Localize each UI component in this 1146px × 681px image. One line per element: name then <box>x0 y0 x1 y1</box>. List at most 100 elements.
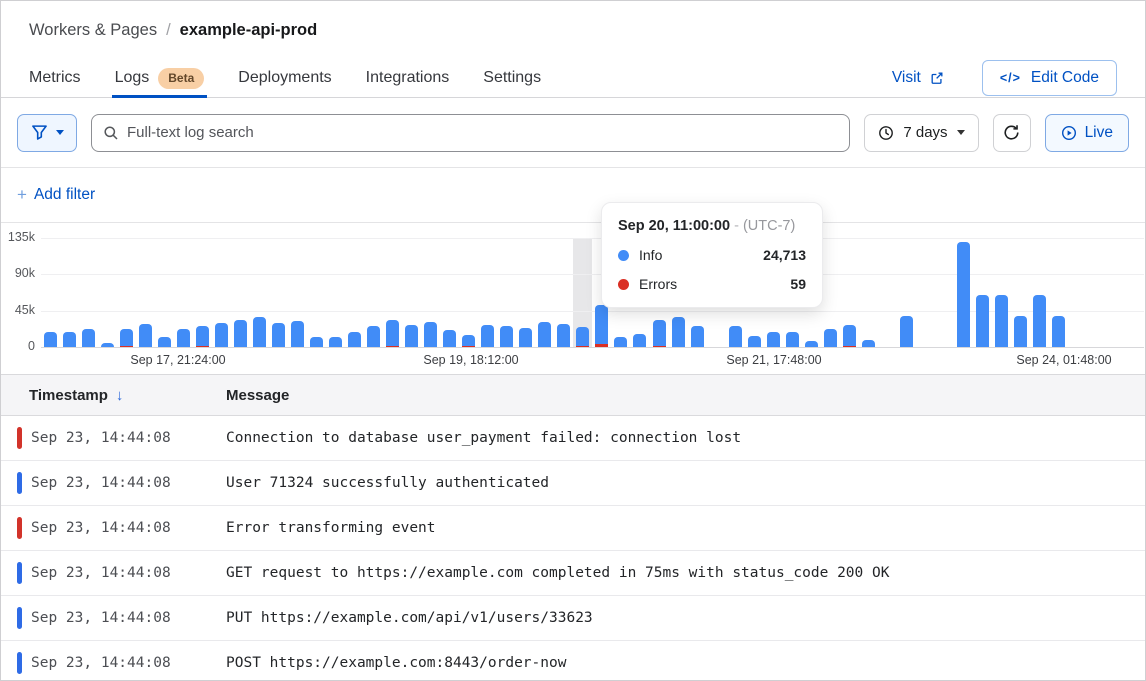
chart-bar[interactable] <box>519 328 532 347</box>
tab-metrics[interactable]: Metrics <box>29 59 81 97</box>
chart-bar-slot[interactable] <box>459 238 478 347</box>
chart-bar-slot[interactable] <box>421 238 440 347</box>
chart-bar[interactable] <box>729 326 742 347</box>
chart-bar-slot[interactable] <box>554 238 573 347</box>
table-row[interactable]: Sep 23, 14:44:08Connection to database u… <box>1 416 1145 461</box>
chart-bar[interactable] <box>900 316 913 347</box>
table-row[interactable]: Sep 23, 14:44:08GET request to https://e… <box>1 551 1145 596</box>
chart-bar[interactable] <box>310 337 323 347</box>
chart-bar[interactable] <box>215 323 228 347</box>
table-row[interactable]: Sep 23, 14:44:08Error transforming event <box>1 506 1145 551</box>
filter-menu-button[interactable] <box>17 114 77 152</box>
chart-bar[interactable] <box>1033 295 1046 347</box>
table-row[interactable]: Sep 23, 14:44:08POST https://example.com… <box>1 641 1145 681</box>
chart-bar[interactable] <box>82 329 95 347</box>
chart-bar-slot[interactable] <box>155 238 174 347</box>
chart-bar[interactable] <box>177 329 190 347</box>
chart-bar-slot[interactable] <box>859 238 878 347</box>
chart-bar[interactable] <box>120 329 133 347</box>
chart-bar[interactable] <box>443 330 456 347</box>
chart-bar-slot[interactable] <box>364 238 383 347</box>
visit-link[interactable]: Visit <box>892 69 944 87</box>
chart-bar[interactable] <box>824 329 837 347</box>
chart-bar[interactable] <box>557 324 570 347</box>
chart-bar-slot[interactable] <box>79 238 98 347</box>
chart-bar-slot[interactable] <box>136 238 155 347</box>
add-filter-button[interactable]: + Add filter <box>17 185 95 205</box>
chart-bar[interactable] <box>500 326 513 347</box>
chart-bar[interactable] <box>348 332 361 347</box>
chart-bar[interactable] <box>576 327 589 347</box>
column-header-timestamp[interactable]: Timestamp ↓ <box>29 387 226 404</box>
chart-bar[interactable] <box>957 242 970 347</box>
chart-bar[interactable] <box>63 332 76 347</box>
chart-bar[interactable] <box>196 326 209 347</box>
chart-bar[interactable] <box>481 325 494 347</box>
chart-bar-slot[interactable] <box>497 238 516 347</box>
refresh-button[interactable] <box>993 114 1031 152</box>
chart-bar[interactable] <box>1014 316 1027 347</box>
chart-bar-slot[interactable] <box>307 238 326 347</box>
tab-logs[interactable]: Logs Beta <box>115 59 205 97</box>
chart-bar[interactable] <box>862 340 875 347</box>
chart-bar[interactable] <box>291 321 304 347</box>
chart-bar-slot[interactable] <box>60 238 79 347</box>
chart-bar-slot[interactable] <box>193 238 212 347</box>
chart-bar-slot[interactable] <box>478 238 497 347</box>
chart-bar[interactable] <box>234 320 247 347</box>
chart-bar-slot[interactable] <box>383 238 402 347</box>
chart-bar[interactable] <box>672 317 685 347</box>
chart-bar[interactable] <box>748 336 761 347</box>
chart-bar-slot[interactable] <box>840 238 859 347</box>
chart-bar[interactable] <box>976 295 989 347</box>
chart-bar[interactable] <box>386 320 399 347</box>
live-button[interactable]: Live <box>1045 114 1129 152</box>
chart-bar-slot[interactable] <box>41 238 60 347</box>
chart-bar[interactable] <box>614 337 627 347</box>
chart-bar[interactable] <box>101 343 114 347</box>
chart-bar[interactable] <box>329 337 342 347</box>
chart-bar[interactable] <box>786 332 799 347</box>
chart-bar[interactable] <box>805 341 818 347</box>
chart-bar-slot[interactable] <box>440 238 459 347</box>
chart-bar[interactable] <box>1052 316 1065 347</box>
breadcrumb-parent[interactable]: Workers & Pages <box>29 21 157 40</box>
chart-bar-slot[interactable] <box>174 238 193 347</box>
chart-bar[interactable] <box>139 324 152 347</box>
chart-bar[interactable] <box>158 337 171 347</box>
chart-bar-slot[interactable] <box>250 238 269 347</box>
chart-bar[interactable] <box>367 326 380 347</box>
table-row[interactable]: Sep 23, 14:44:08User 71324 successfully … <box>1 461 1145 506</box>
chart-bar-slot[interactable] <box>326 238 345 347</box>
chart-bar-slot[interactable] <box>573 238 592 347</box>
chart-bar[interactable] <box>691 326 704 347</box>
chart-bar-slot[interactable] <box>98 238 117 347</box>
chart-bar[interactable] <box>995 295 1008 347</box>
table-row[interactable]: Sep 23, 14:44:08PUT https://example.com/… <box>1 596 1145 641</box>
search-input[interactable] <box>91 114 850 152</box>
chart-bar-slot[interactable] <box>345 238 364 347</box>
chart-bar-slot[interactable] <box>954 238 973 347</box>
chart-bar-slot[interactable] <box>973 238 992 347</box>
chart-bar[interactable] <box>424 322 437 347</box>
time-range-dropdown[interactable]: 7 days <box>864 114 978 152</box>
chart-bar-slot[interactable] <box>516 238 535 347</box>
chart-bar[interactable] <box>405 325 418 347</box>
chart-bar[interactable] <box>272 323 285 347</box>
chart-bar[interactable] <box>595 305 608 347</box>
chart-bar-slot[interactable] <box>1030 238 1049 347</box>
chart-bar[interactable] <box>633 334 646 347</box>
chart-bar[interactable] <box>843 325 856 347</box>
tab-settings[interactable]: Settings <box>483 59 541 97</box>
tab-deployments[interactable]: Deployments <box>238 59 331 97</box>
chart-bar[interactable] <box>538 322 551 347</box>
chart-bar-slot[interactable] <box>1049 238 1068 347</box>
chart-bar-slot[interactable] <box>117 238 136 347</box>
chart-bar[interactable] <box>767 332 780 347</box>
chart-bar-slot[interactable] <box>212 238 231 347</box>
chart-bar-slot[interactable] <box>1011 238 1030 347</box>
chart-bar-slot[interactable] <box>288 238 307 347</box>
chart-bar[interactable] <box>462 335 475 347</box>
tab-integrations[interactable]: Integrations <box>366 59 450 97</box>
chart-bar-slot[interactable] <box>231 238 250 347</box>
